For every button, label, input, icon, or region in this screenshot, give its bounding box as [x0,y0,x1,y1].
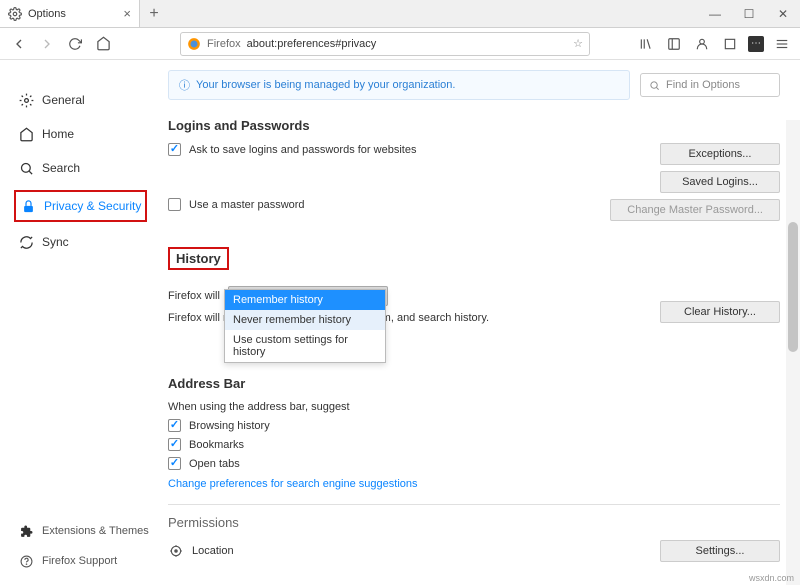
label-location: Location [192,545,234,557]
maximize-button[interactable]: ☐ [732,0,766,27]
sidebar-item-home[interactable]: Home [14,120,150,148]
find-in-options-input[interactable]: Find in Options [640,73,780,97]
dropdown-option-never[interactable]: Never remember history [225,310,385,330]
scrollbar-thumb[interactable] [788,222,798,352]
puzzle-icon [18,523,34,539]
forward-button[interactable] [36,33,58,55]
sidebar-item-privacy[interactable]: Privacy & Security [16,192,145,220]
history-desc-prefix: Firefox will r [168,312,227,324]
window-titlebar: Options × + — ☐ ✕ [0,0,800,28]
saved-logins-button[interactable]: Saved Logins... [660,171,780,193]
exceptions-button[interactable]: Exceptions... [660,143,780,165]
find-placeholder: Find in Options [666,79,740,91]
sidebar-item-sync[interactable]: Sync [14,228,150,256]
checkbox-master-password[interactable] [168,198,181,211]
highlight-history-title: History [168,247,229,270]
firefox-icon [187,37,201,51]
label-ask-save-logins: Ask to save logins and passwords for web… [189,144,416,156]
label-master-password: Use a master password [189,199,305,211]
checkbox-open-tabs[interactable] [168,457,181,470]
checkbox-bookmarks[interactable] [168,438,181,451]
sidebar-label: Sync [42,235,69,249]
location-icon [168,543,184,559]
location-settings-button[interactable]: Settings... [660,540,780,562]
sidebar-label: Home [42,127,74,141]
url-prefix: Firefox [207,38,241,50]
back-button[interactable] [8,33,30,55]
checkbox-browsing-history[interactable] [168,419,181,432]
sidebar-label: Search [42,161,80,175]
preferences-content: ⓘ Your browser is being managed by your … [160,60,800,585]
sidebar-item-extensions[interactable]: Extensions & Themes [14,517,153,545]
extension-icon[interactable]: ⋯ [748,36,764,52]
label-firefox-will: Firefox will [168,290,220,302]
bookmark-star-icon[interactable]: ☆ [573,37,583,50]
browser-tab[interactable]: Options × [0,0,140,27]
url-address: about:preferences#privacy [247,38,568,50]
info-icon: ⓘ [179,77,190,93]
sidebar-item-support[interactable]: Firefox Support [14,547,153,575]
watermark: wsxdn.com [749,573,794,583]
minimize-button[interactable]: — [698,0,732,27]
history-mode-dropdown: Remember history Never remember history … [224,289,386,363]
browser-toolbar: Firefox about:preferences#privacy ☆ ⋯ [0,28,800,60]
dropdown-option-custom[interactable]: Use custom settings for history [225,330,385,362]
lock-icon [20,198,36,214]
permissions-section-title: Permissions [168,515,780,530]
logins-section-title: Logins and Passwords [168,118,780,133]
preferences-sidebar: General Home Search Privacy & Security S… [0,60,160,585]
search-icon [18,160,34,176]
highlight-sidebar-privacy: Privacy & Security [14,190,147,222]
reload-button[interactable] [64,33,86,55]
tab-title: Options [28,8,117,20]
gear-icon [18,92,34,108]
search-engine-prefs-link[interactable]: Change preferences for search engine sug… [168,478,780,490]
clear-history-button[interactable]: Clear History... [660,301,780,323]
sidebar-label: Firefox Support [42,555,117,567]
tab-close-icon[interactable]: × [123,6,131,21]
vertical-scrollbar[interactable] [786,120,800,585]
history-section-title: History [176,251,221,266]
org-message-text: Your browser is being managed by your or… [196,79,455,91]
window-controls: — ☐ ✕ [698,0,800,27]
new-tab-button[interactable]: + [140,0,168,27]
save-page-icon[interactable] [720,34,740,54]
home-icon [18,126,34,142]
home-button[interactable] [92,33,114,55]
url-bar[interactable]: Firefox about:preferences#privacy ☆ [180,32,590,56]
sidebar-icon[interactable] [664,34,684,54]
change-master-password-button: Change Master Password... [610,199,780,221]
dropdown-option-remember[interactable]: Remember history [225,290,385,310]
checkbox-ask-save-logins[interactable] [168,143,181,156]
label-open-tabs: Open tabs [189,458,240,470]
addressbar-suggest-label: When using the address bar, suggest [168,401,780,413]
gear-icon [8,7,22,21]
sidebar-item-search[interactable]: Search [14,154,150,182]
account-icon[interactable] [692,34,712,54]
sidebar-label: Extensions & Themes [42,525,149,537]
label-browsing-history: Browsing history [189,420,270,432]
history-desc-tail: m, and search history. [382,312,489,324]
help-icon [18,553,34,569]
section-divider [168,504,780,505]
sidebar-label: General [42,93,85,107]
menu-icon[interactable] [772,34,792,54]
org-managed-banner[interactable]: ⓘ Your browser is being managed by your … [168,70,630,100]
sync-icon [18,234,34,250]
sidebar-item-general[interactable]: General [14,86,150,114]
sidebar-label: Privacy & Security [44,199,141,213]
close-window-button[interactable]: ✕ [766,0,800,27]
label-bookmarks: Bookmarks [189,439,244,451]
search-icon [649,80,660,91]
library-icon[interactable] [636,34,656,54]
addressbar-section-title: Address Bar [168,376,780,391]
